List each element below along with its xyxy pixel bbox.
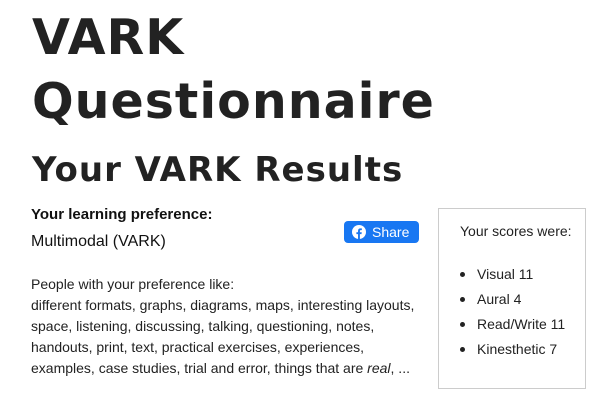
score-label: Read/Write 11 bbox=[477, 316, 566, 332]
score-label: Visual 11 bbox=[477, 266, 534, 282]
page-title: VARK Questionnaire bbox=[32, 6, 435, 134]
title-line-1: VARK bbox=[32, 9, 185, 66]
description-ellipsis: , ... bbox=[390, 360, 410, 376]
score-item-aural: Aural 4 bbox=[460, 287, 585, 312]
score-label: Kinesthetic 7 bbox=[477, 341, 558, 357]
preference-description: People with your preference like: differ… bbox=[31, 274, 426, 379]
bullet-icon bbox=[460, 347, 465, 352]
description-text: different formats, graphs, diagrams, map… bbox=[31, 297, 415, 376]
facebook-icon bbox=[352, 225, 366, 239]
score-item-read-write: Read/Write 11 bbox=[460, 312, 585, 337]
results-heading: Your VARK Results bbox=[32, 150, 404, 190]
bullet-icon bbox=[460, 322, 465, 327]
share-label: Share bbox=[372, 224, 410, 240]
scores-list: Visual 11 Aural 4 Read/Write 11 Kinesthe… bbox=[460, 262, 585, 362]
preference-value: Multimodal (VARK) bbox=[31, 233, 166, 250]
scores-title: Your scores were: bbox=[460, 223, 572, 239]
bullet-icon bbox=[460, 297, 465, 302]
bullet-icon bbox=[460, 272, 465, 277]
description-emphasis: real bbox=[367, 360, 391, 376]
preference-label: Your learning preference: bbox=[31, 206, 213, 223]
scores-panel: Your scores were: Visual 11 Aural 4 Read… bbox=[438, 208, 586, 389]
score-item-kinesthetic: Kinesthetic 7 bbox=[460, 337, 585, 362]
score-item-visual: Visual 11 bbox=[460, 262, 585, 287]
description-intro: People with your preference like: bbox=[31, 276, 235, 292]
facebook-share-button[interactable]: Share bbox=[344, 221, 419, 243]
title-line-2: Questionnaire bbox=[32, 73, 435, 130]
score-label: Aural 4 bbox=[477, 291, 522, 307]
